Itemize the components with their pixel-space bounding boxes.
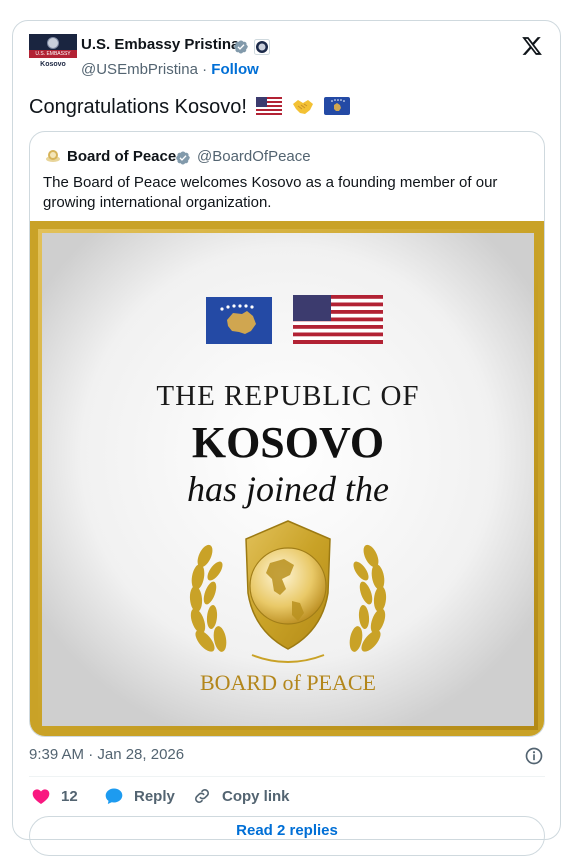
us-flag-emoji-icon <box>256 97 283 115</box>
like-button[interactable]: 12 <box>31 786 78 806</box>
copy-link-label: Copy link <box>222 787 290 805</box>
tweet-timestamp[interactable]: 9:39 AM · Jan 28, 2026 <box>29 746 184 763</box>
reply-button[interactable]: Reply <box>104 786 175 806</box>
avatar-country: Kosovo <box>40 61 66 68</box>
separator: · <box>202 61 208 78</box>
kosovo-flag <box>206 297 272 344</box>
tweet-text-content: Congratulations Kosovo! <box>29 96 247 118</box>
reply-label: Reply <box>134 787 175 805</box>
read-replies-label: Read 2 replies <box>236 822 338 839</box>
quoted-author-handle: @BoardOfPeace <box>197 148 311 165</box>
kosovo-flag-emoji-icon <box>323 97 350 115</box>
announcement-image[interactable]: THE REPUBLIC OF KOSOVO has joined the BO… <box>30 221 545 737</box>
headline-line-2: KOSOVO <box>192 418 384 467</box>
quoted-tweet-text: The Board of Peace welcomes Kosovo as a … <box>43 174 498 211</box>
author-avatar[interactable]: U.S. EMBASSY Kosovo <box>29 34 77 82</box>
like-count: 12 <box>61 787 78 805</box>
handshake-emoji-icon <box>293 100 314 114</box>
quoted-author-name[interactable]: Board of Peace <box>67 148 176 165</box>
link-icon <box>195 789 209 803</box>
author-name-text: U.S. Embassy Pristina <box>81 36 240 53</box>
x-logo-icon[interactable] <box>521 35 543 57</box>
avatar-title: U.S. EMBASSY <box>35 51 71 57</box>
author-handle[interactable]: @USEmbPristina <box>81 61 198 78</box>
divider <box>29 776 545 777</box>
headline-line-3: has joined the <box>187 469 389 509</box>
author-handle-line: @USEmbPristina · Follow <box>81 61 259 78</box>
verified-badge-icon <box>234 40 248 54</box>
headline-line-1: THE REPUBLIC OF <box>156 380 419 412</box>
quoted-verified-badge-icon <box>176 151 190 165</box>
board-of-peace-logo-text: BOARD of PEACE <box>200 670 376 695</box>
quoted-tweet[interactable]: Board of Peace @BoardOfPeace The Board o… <box>29 131 545 737</box>
avatar-seal-icon <box>47 37 59 49</box>
read-replies-button[interactable]: Read 2 replies <box>29 816 545 856</box>
tweet-text: Congratulations Kosovo! <box>29 96 350 119</box>
follow-button[interactable]: Follow <box>211 61 259 78</box>
info-icon[interactable] <box>524 746 544 766</box>
copy-link-button[interactable]: Copy link <box>192 786 290 806</box>
board-of-peace-avatar[interactable] <box>44 147 62 165</box>
heart-icon <box>32 789 50 804</box>
seal-icon <box>254 39 270 55</box>
author-name[interactable]: U.S. Embassy Pristina <box>81 36 239 53</box>
reply-icon <box>105 788 123 804</box>
us-flag <box>293 295 383 344</box>
